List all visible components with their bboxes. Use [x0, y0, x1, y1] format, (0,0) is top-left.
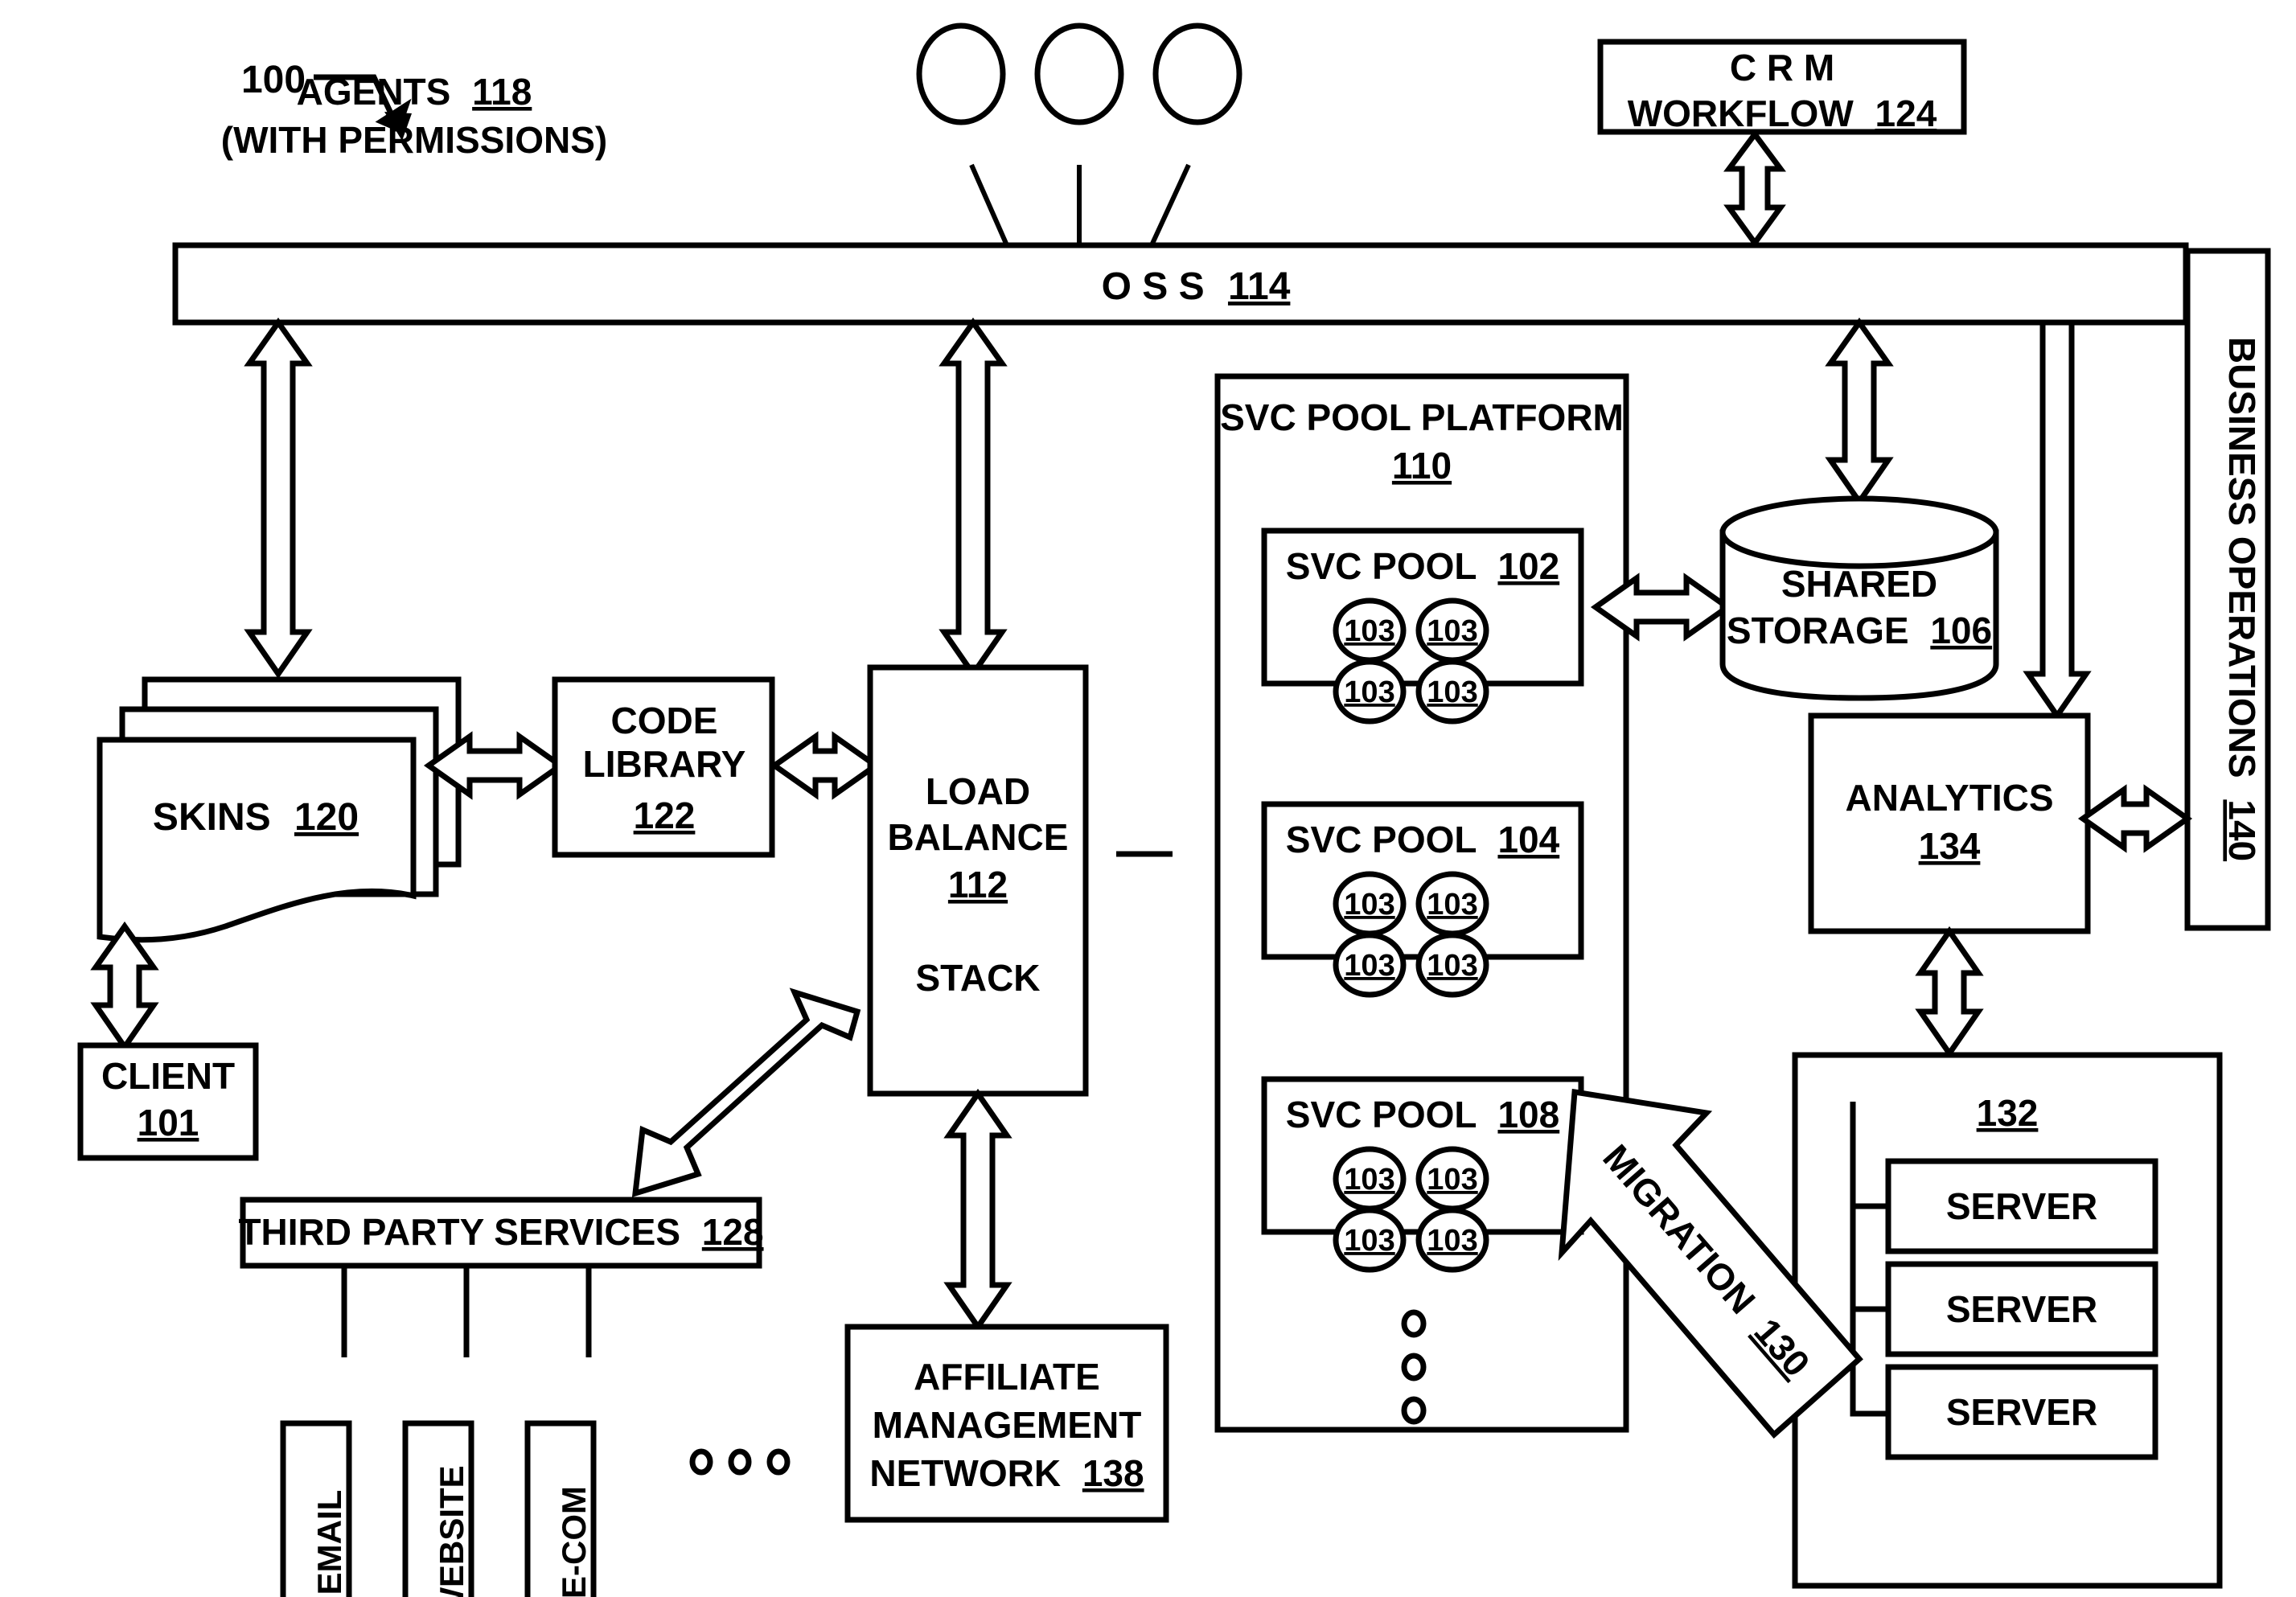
svc-node-104-2-label: 103	[1427, 888, 1477, 922]
arrow-crm-oss	[1723, 129, 1786, 248]
servers-container-ref: 132	[1977, 1092, 2039, 1134]
svc-pool-platform-title: SVC POOL PLATFORM	[1220, 396, 1624, 438]
load-balance-ref: 112	[948, 864, 1008, 905]
agent-stem-1	[969, 163, 1009, 247]
svc-node-102-2-label: 103	[1427, 614, 1477, 648]
code-library-line1: CODE	[611, 700, 718, 741]
affiliate-line1: AFFILIATE	[914, 1356, 1100, 1398]
vertical-ellipsis-dot-3	[1401, 1396, 1427, 1425]
load-balance-stack-label: STACK	[915, 957, 1040, 999]
business-operations-label: BUSINESS OPERATIONS 140	[2221, 337, 2263, 861]
arrow-oss-skins	[244, 317, 313, 679]
ellipsis-dot-3	[766, 1448, 791, 1476]
crm-workflow-title: C R M	[1730, 47, 1834, 88]
agent-icon-2[interactable]	[1034, 23, 1124, 125]
vertical-ellipsis-dot-1	[1401, 1309, 1427, 1338]
code-library-ref: 122	[634, 794, 696, 836]
ellipsis-dot-1	[689, 1448, 713, 1476]
analytics-ref: 134	[1919, 825, 1981, 867]
svc-pool-102-label: SVC POOL 102	[1286, 545, 1559, 587]
ellipsis-dot-2	[728, 1448, 752, 1476]
svc-node-108-4-label: 103	[1427, 1224, 1477, 1258]
arrow-skins-client	[90, 921, 159, 1053]
svc-node-102-1-label: 103	[1344, 614, 1394, 648]
agent-icon-3[interactable]	[1152, 23, 1242, 125]
svc-node-102-3-label: 103	[1344, 675, 1394, 709]
affiliate-line3: NETWORK 138	[869, 1452, 1144, 1494]
client-label: CLIENT	[101, 1055, 235, 1097]
arrow-oss-load-balance	[939, 317, 1008, 679]
load-balance-line2: BALANCE	[888, 816, 1069, 858]
svc-node-104-3-label: 103	[1344, 949, 1394, 983]
svc-node-108-1-label: 103	[1344, 1163, 1394, 1197]
svc-pool-platform-ref: 110	[1392, 445, 1452, 486]
agent-icon-1[interactable]	[916, 23, 1006, 125]
code-library-line2: LIBRARY	[583, 743, 746, 785]
svc-node-108-3-label: 103	[1344, 1224, 1394, 1258]
arrow-load-balance-third-party	[631, 987, 861, 1197]
server-box-1-label: SERVER	[1946, 1185, 2097, 1227]
svc-node-104-4-label: 103	[1427, 949, 1477, 983]
svc-node-108-2-label: 103	[1427, 1163, 1477, 1197]
server-box-3-label: SERVER	[1946, 1391, 2097, 1433]
vertical-ellipsis-dot-2	[1401, 1353, 1427, 1381]
analytics-box[interactable]	[1808, 712, 2091, 934]
svc-pool-108-label: SVC POOL 108	[1286, 1094, 1559, 1135]
client-ref: 101	[138, 1102, 199, 1143]
analytics-label: ANALYTICS	[1846, 777, 2054, 819]
svc-pool-104-label: SVC POOL 104	[1286, 819, 1560, 860]
agents-permissions-label: (WITH PERMISSIONS)	[221, 119, 607, 161]
arrow-code-library-load-balance	[769, 731, 881, 800]
svc-node-104-1-label: 103	[1344, 888, 1394, 922]
server-box-2-label: SERVER	[1946, 1288, 2097, 1330]
skins-label: SKINS 120	[153, 796, 359, 839]
shared-storage-line1: SHARED	[1781, 563, 1937, 605]
third-party-child-email-label: EMAIL	[310, 1490, 348, 1595]
agent-stem-3	[1149, 163, 1191, 247]
oss-label: O S S 114	[1102, 265, 1291, 308]
third-party-child-website-label: WEBSITE	[433, 1465, 470, 1597]
arrow-load-balance-affiliate	[943, 1088, 1012, 1332]
svc-node-102-4-label: 103	[1427, 675, 1477, 709]
patent-figure-canvas: 100 AGENTS 118 (WITH PERMISSIONS) C R M …	[0, 0, 2296, 1597]
shared-storage-top	[1719, 495, 1999, 569]
agents-label: AGENTS 118	[297, 71, 532, 113]
crm-workflow-subtitle: WORKFLOW 124	[1628, 92, 1937, 134]
arrow-oss-analytics	[2023, 319, 2092, 721]
affiliate-line2: MANAGEMENT	[873, 1404, 1142, 1446]
arrow-analytics-business-ops	[2077, 784, 2193, 853]
arrow-analytics-servers	[1915, 926, 1984, 1059]
third-party-services-label: THIRD PARTY SERVICES 128	[238, 1211, 763, 1253]
system-architecture-diagram: 100 AGENTS 118 (WITH PERMISSIONS) C R M …	[77, 23, 2271, 1597]
load-balance-line1: LOAD	[926, 770, 1030, 812]
arrow-oss-shared-storage	[1825, 317, 1894, 507]
third-party-child-ecom-label: E-COM	[555, 1486, 593, 1597]
shared-storage-line2: STORAGE 106	[1727, 610, 1992, 651]
skins-sheet-front[interactable]	[97, 737, 417, 943]
